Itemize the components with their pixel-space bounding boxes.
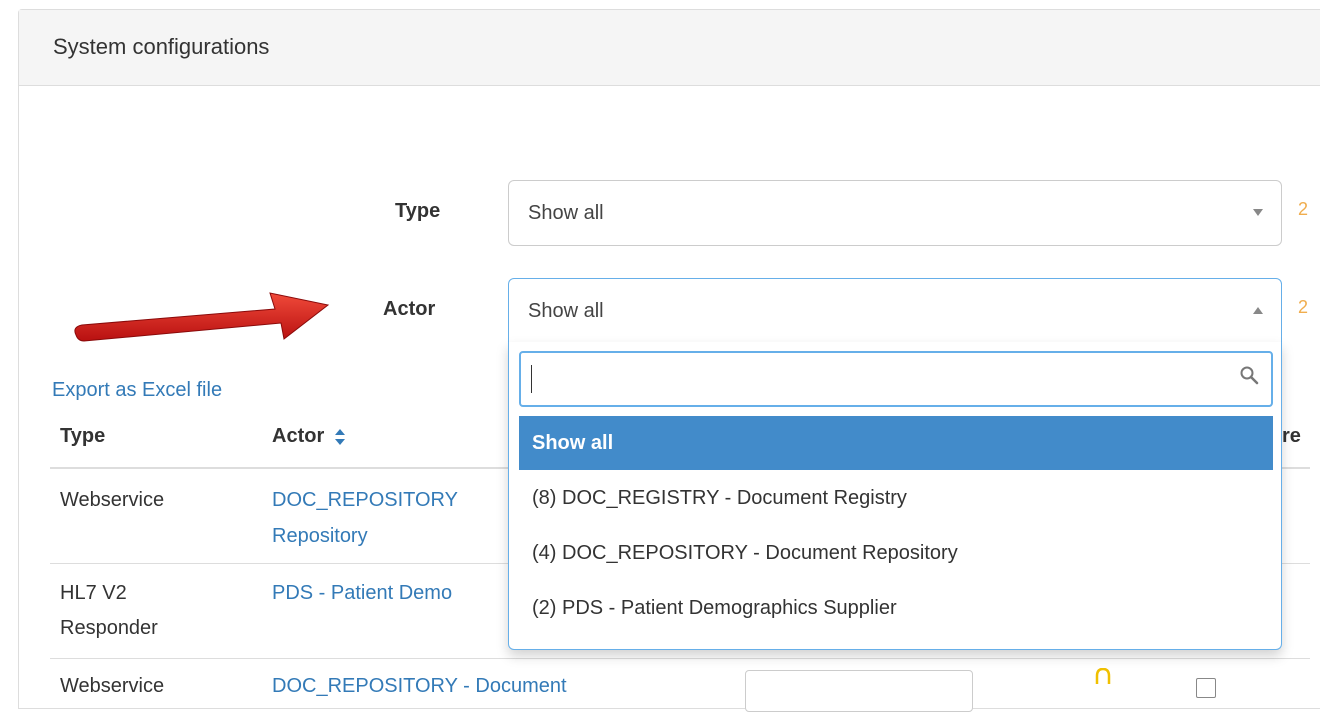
actor-option-doc-registry[interactable]: (8) DOC_REGISTRY - Document Registry bbox=[519, 471, 1273, 525]
actor-filter-side-mark: 2 bbox=[1298, 297, 1309, 317]
row1-actor-link[interactable]: DOC_REPOSITORY bbox=[272, 484, 458, 516]
annotation-arrow-icon bbox=[74, 292, 330, 342]
type-filter-side-mark: 2 bbox=[1298, 199, 1309, 219]
text-cursor bbox=[531, 365, 532, 393]
column-header-actor-label: Actor bbox=[272, 425, 325, 447]
actor-filter-label: Actor bbox=[383, 298, 436, 320]
row2-type: HL7 V2 bbox=[60, 582, 127, 604]
actor-option-doc-repository[interactable]: (4) DOC_REPOSITORY - Document Repository bbox=[519, 526, 1273, 580]
actor-option-pds[interactable]: (2) PDS - Patient Demographics Supplier bbox=[519, 581, 1273, 635]
actor-filter-select[interactable]: Show all bbox=[508, 278, 1282, 344]
row2-actor-link[interactable]: PDS - Patient Demo bbox=[272, 577, 452, 609]
table-row-divider bbox=[50, 658, 1310, 659]
row3-type: Webservice bbox=[60, 675, 165, 697]
row3-input[interactable] bbox=[745, 670, 973, 712]
type-filter-label: Type bbox=[395, 200, 441, 222]
chevron-up-icon bbox=[1253, 307, 1263, 314]
column-header-actor[interactable]: Actor bbox=[272, 425, 346, 448]
row1-type: Webservice bbox=[60, 489, 165, 511]
actor-option-show-all[interactable]: Show all bbox=[519, 416, 1273, 470]
column-header-type[interactable]: Type bbox=[60, 425, 105, 448]
actor-filter-value: Show all bbox=[528, 300, 604, 322]
panel-heading: System configurations bbox=[19, 10, 1320, 86]
column-header-partial: re bbox=[1282, 425, 1301, 447]
row3-actor-link[interactable]: DOC_REPOSITORY - Document bbox=[272, 670, 567, 702]
row1-actor-link-cont[interactable]: Repository bbox=[272, 520, 368, 552]
actor-dropdown-menu: Show all (8) DOC_REGISTRY - Document Reg… bbox=[508, 342, 1282, 650]
panel-title: System configurations bbox=[53, 34, 270, 59]
actor-search-input[interactable] bbox=[519, 351, 1273, 407]
row3-checkbox[interactable] bbox=[1196, 678, 1216, 698]
lock-icon bbox=[1095, 668, 1111, 684]
chevron-down-icon bbox=[1253, 209, 1263, 216]
search-icon bbox=[1240, 366, 1259, 385]
type-filter-select[interactable]: Show all bbox=[508, 180, 1282, 246]
sort-icon[interactable] bbox=[334, 428, 346, 446]
export-excel-link[interactable]: Export as Excel file bbox=[52, 379, 222, 402]
type-filter-value: Show all bbox=[528, 202, 604, 224]
row2-type-cont: Responder bbox=[60, 617, 158, 639]
